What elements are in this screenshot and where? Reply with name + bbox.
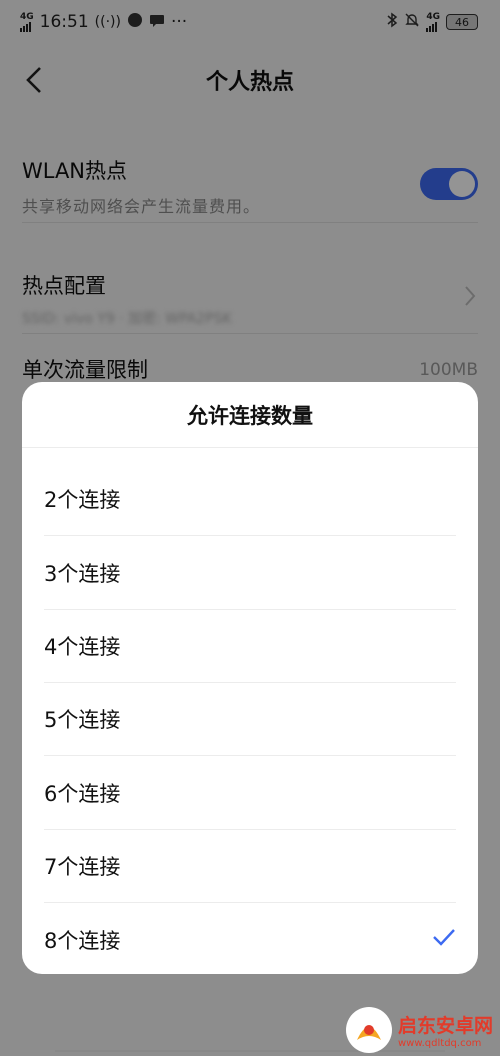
watermark-url: www.qdltdq.com — [398, 1038, 482, 1049]
option-7-connections[interactable]: 7个连接 — [44, 829, 456, 903]
watermark-logo-icon — [346, 1007, 392, 1053]
option-label: 6个连接 — [44, 781, 121, 806]
option-2-connections[interactable]: 2个连接 — [44, 462, 456, 536]
connection-count-dialog: 允许连接数量 2个连接 3个连接 4个连接 5个连接 6个连接 7个连接 8个连… — [22, 382, 478, 974]
option-label: 5个连接 — [44, 707, 121, 732]
option-label: 2个连接 — [44, 487, 121, 512]
option-8-connections[interactable]: 8个连接 — [44, 903, 456, 974]
option-label: 8个连接 — [44, 929, 121, 953]
watermark-text: 启东安卓网 www.qdltdq.com — [398, 1011, 493, 1049]
option-label: 3个连接 — [44, 561, 121, 586]
option-3-connections[interactable]: 3个连接 — [44, 536, 456, 610]
option-label: 4个连接 — [44, 634, 121, 659]
dialog-title: 允许连接数量 — [22, 382, 478, 448]
watermark-name: 启东安卓网 — [398, 1015, 494, 1037]
option-label: 7个连接 — [44, 854, 121, 879]
option-5-connections[interactable]: 5个连接 — [44, 682, 456, 756]
checkmark-icon — [432, 927, 456, 952]
option-4-connections[interactable]: 4个连接 — [44, 609, 456, 683]
watermark: 启东安卓网 www.qdltdq.com — [346, 1004, 496, 1056]
option-6-connections[interactable]: 6个连接 — [44, 756, 456, 830]
